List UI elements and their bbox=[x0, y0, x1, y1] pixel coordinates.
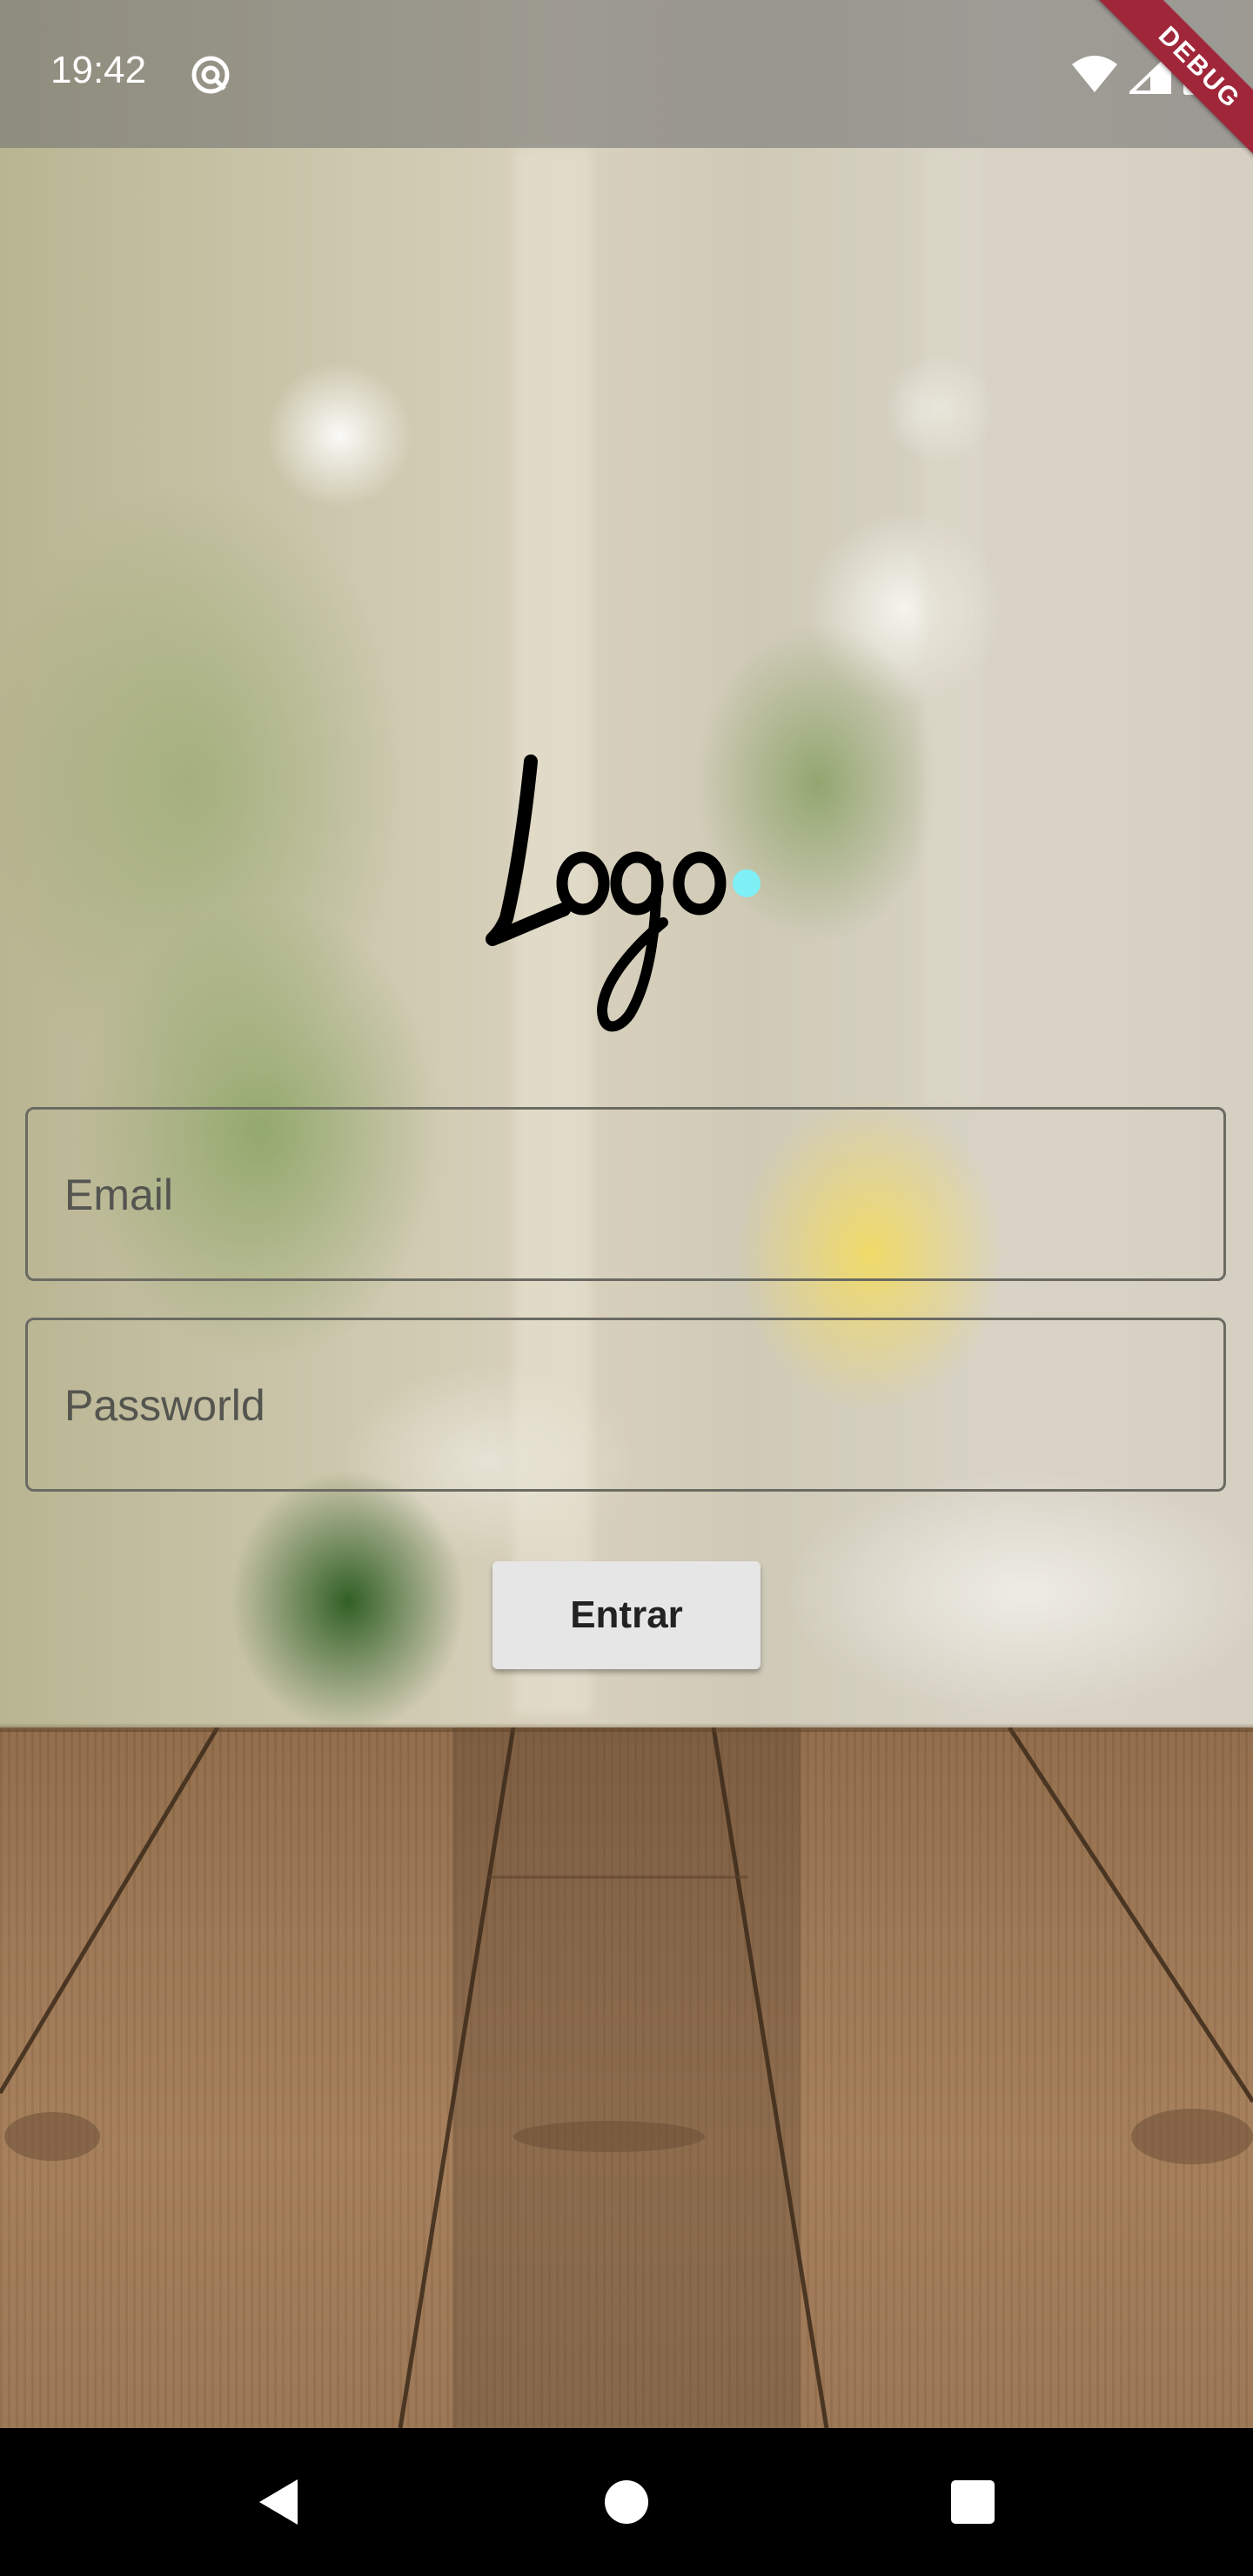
login-button[interactable]: Entrar bbox=[492, 1561, 761, 1669]
wifi-icon bbox=[1072, 56, 1117, 92]
brand-logo bbox=[486, 755, 761, 1032]
nav-recents-button[interactable] bbox=[929, 2459, 1016, 2546]
at-sign-icon bbox=[191, 56, 230, 94]
password-field[interactable] bbox=[25, 1318, 1226, 1492]
password-input[interactable] bbox=[63, 1320, 1197, 1491]
nav-home-button[interactable] bbox=[583, 2459, 670, 2546]
table-edge bbox=[0, 1723, 1253, 1732]
login-screen: 19:42 DEBUG Email Entrar bbox=[0, 0, 1253, 2576]
nav-back-button[interactable] bbox=[235, 2459, 322, 2546]
recents-icon bbox=[951, 2480, 995, 2524]
background-window-frame bbox=[922, 148, 983, 1105]
home-icon bbox=[605, 2480, 648, 2524]
email-input[interactable] bbox=[63, 1110, 1197, 1280]
status-time: 19:42 bbox=[50, 49, 147, 91]
wood-plank-lines bbox=[0, 1727, 1253, 2428]
email-field[interactable] bbox=[25, 1107, 1226, 1281]
navigation-bar bbox=[0, 2428, 1253, 2576]
status-bar: 19:42 bbox=[0, 0, 1253, 148]
back-icon bbox=[259, 2479, 298, 2525]
